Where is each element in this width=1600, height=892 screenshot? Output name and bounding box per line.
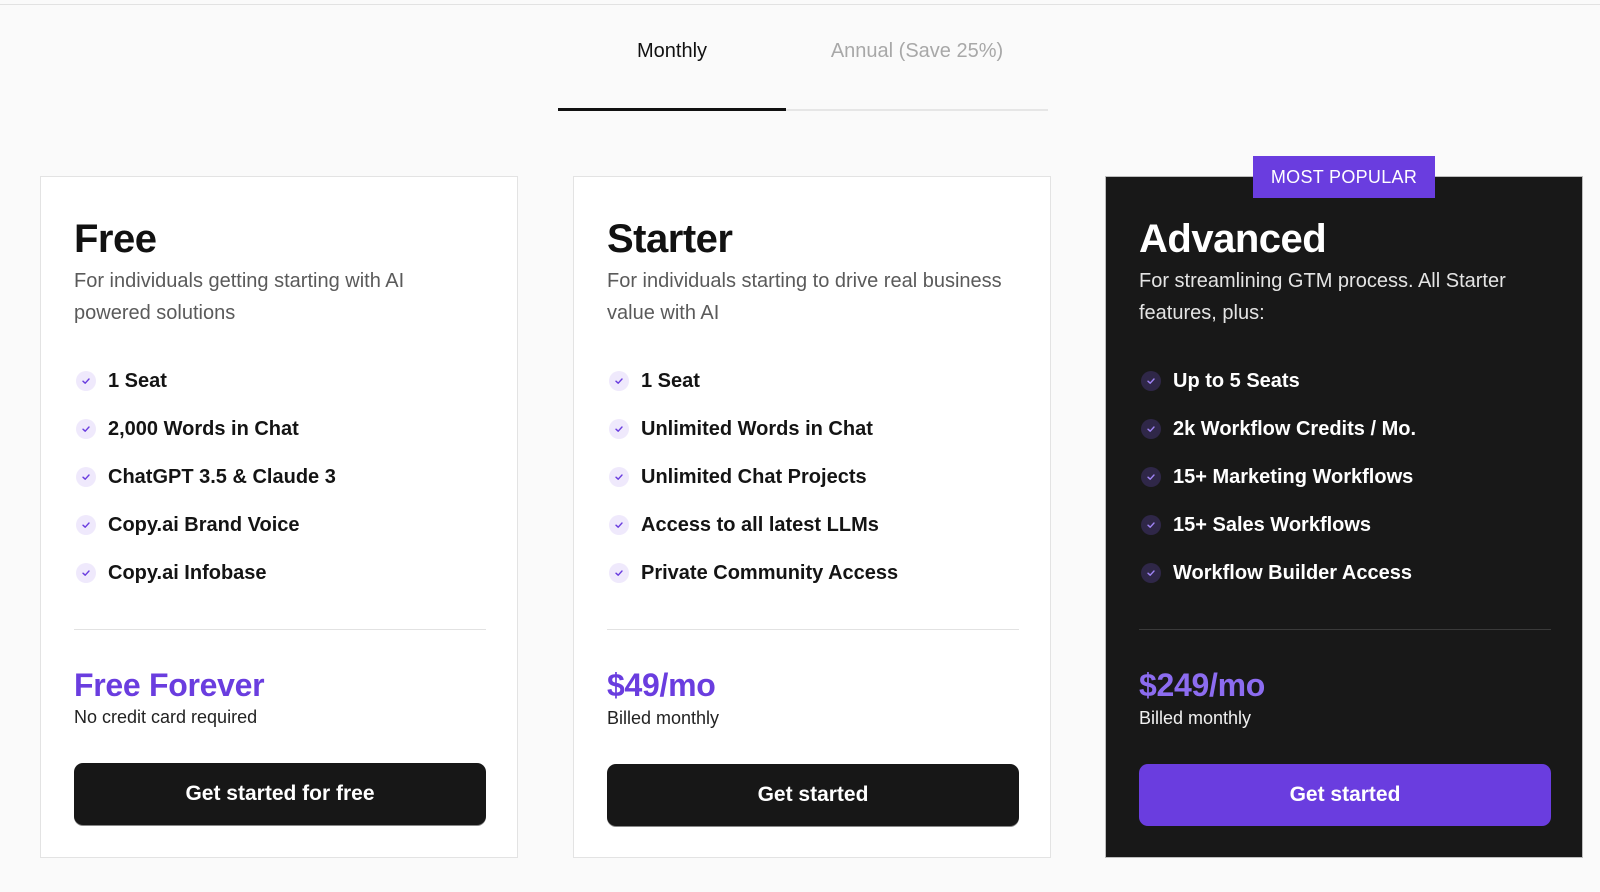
- check-icon: [609, 467, 629, 487]
- feature-label: ChatGPT 3.5 & Claude 3: [108, 465, 336, 488]
- check-icon: [1141, 563, 1161, 583]
- feature-label: 15+ Marketing Workflows: [1173, 465, 1414, 488]
- price-note: No credit card required: [74, 707, 258, 727]
- plan-description: For streamlining GTM process. All Starte…: [1139, 270, 1506, 324]
- get-started-free-button[interactable]: Get started for free: [74, 763, 486, 825]
- check-icon: [76, 563, 96, 583]
- feature-item: 1 Seat: [74, 357, 336, 405]
- check-icon: [609, 371, 629, 391]
- plan-price: $249/mo: [1139, 667, 1265, 703]
- feature-label: Copy.ai Infobase: [108, 561, 267, 584]
- feature-item: Unlimited Chat Projects: [607, 453, 898, 501]
- feature-label: Workflow Builder Access: [1173, 561, 1412, 584]
- feature-list: Up to 5 Seats 2k Workflow Credits / Mo. …: [1139, 357, 1416, 597]
- feature-label: Private Community Access: [641, 561, 899, 584]
- plan-card-advanced: MOST POPULAR Advanced For streamlining G…: [1105, 156, 1583, 858]
- check-icon: [609, 563, 629, 583]
- check-icon: [609, 419, 629, 439]
- check-icon: [76, 467, 96, 487]
- check-icon: [1141, 515, 1161, 535]
- get-started-starter-button[interactable]: Get started: [607, 764, 1019, 826]
- plan-card-free: Free For individuals getting starting wi…: [40, 176, 518, 858]
- feature-item: Copy.ai Brand Voice: [74, 501, 336, 549]
- feature-item: Unlimited Words in Chat: [607, 405, 898, 453]
- tab-monthly[interactable]: Monthly: [558, 36, 786, 66]
- most-popular-badge: MOST POPULAR: [1253, 156, 1435, 198]
- billing-period-tabs: Monthly Annual (Save 25%): [558, 0, 1048, 112]
- feature-list: 1 Seat 2,000 Words in Chat ChatGPT 3.5 &…: [74, 357, 336, 597]
- feature-item: Private Community Access: [607, 549, 898, 597]
- get-started-advanced-button[interactable]: Get started: [1139, 764, 1551, 826]
- feature-item: 15+ Sales Workflows: [1139, 501, 1416, 549]
- price-note: Billed monthly: [607, 708, 720, 728]
- feature-item: 1 Seat: [607, 357, 898, 405]
- feature-label: Access to all latest LLMs: [641, 513, 879, 536]
- card-divider: [74, 629, 486, 630]
- feature-item: 15+ Marketing Workflows: [1139, 453, 1416, 501]
- feature-label: 2,000 Words in Chat: [108, 417, 299, 440]
- check-icon: [76, 515, 96, 535]
- check-icon: [1141, 371, 1161, 391]
- plan-description: For individuals starting to drive real b…: [607, 270, 1002, 324]
- plan-card-starter: Starter For individuals starting to driv…: [573, 176, 1051, 858]
- feature-label: Unlimited Words in Chat: [641, 417, 873, 440]
- plan-description: For individuals getting starting with AI…: [74, 270, 405, 324]
- feature-item: Copy.ai Infobase: [74, 549, 336, 597]
- check-icon: [76, 419, 96, 439]
- feature-label: 1 Seat: [641, 369, 700, 392]
- feature-item: Workflow Builder Access: [1139, 549, 1416, 597]
- feature-list: 1 Seat Unlimited Words in Chat Unlimited…: [607, 357, 898, 597]
- check-icon: [1141, 467, 1161, 487]
- feature-label: 15+ Sales Workflows: [1173, 513, 1372, 536]
- feature-label: Up to 5 Seats: [1173, 369, 1300, 392]
- check-icon: [1141, 419, 1161, 439]
- check-icon: [76, 371, 96, 391]
- active-tab-indicator: [558, 108, 786, 111]
- plan-price: Free Forever: [74, 667, 265, 703]
- plan-name: Advanced: [1139, 217, 1327, 261]
- feature-label: 2k Workflow Credits / Mo.: [1173, 417, 1416, 440]
- card-divider: [1139, 629, 1551, 630]
- feature-label: Copy.ai Brand Voice: [108, 513, 300, 536]
- check-icon: [609, 515, 629, 535]
- feature-item: ChatGPT 3.5 & Claude 3: [74, 453, 336, 501]
- plan-name: Free: [74, 217, 157, 261]
- feature-label: 1 Seat: [108, 369, 167, 392]
- plan-name: Starter: [607, 217, 733, 261]
- feature-item: Access to all latest LLMs: [607, 501, 898, 549]
- card-divider: [607, 629, 1019, 630]
- tab-annual[interactable]: Annual (Save 25%): [786, 36, 1048, 66]
- feature-item: 2,000 Words in Chat: [74, 405, 336, 453]
- feature-item: 2k Workflow Credits / Mo.: [1139, 405, 1416, 453]
- price-note: Billed monthly: [1139, 708, 1252, 728]
- feature-label: Unlimited Chat Projects: [641, 465, 867, 488]
- plan-price: $49/mo: [607, 667, 716, 703]
- feature-item: Up to 5 Seats: [1139, 357, 1416, 405]
